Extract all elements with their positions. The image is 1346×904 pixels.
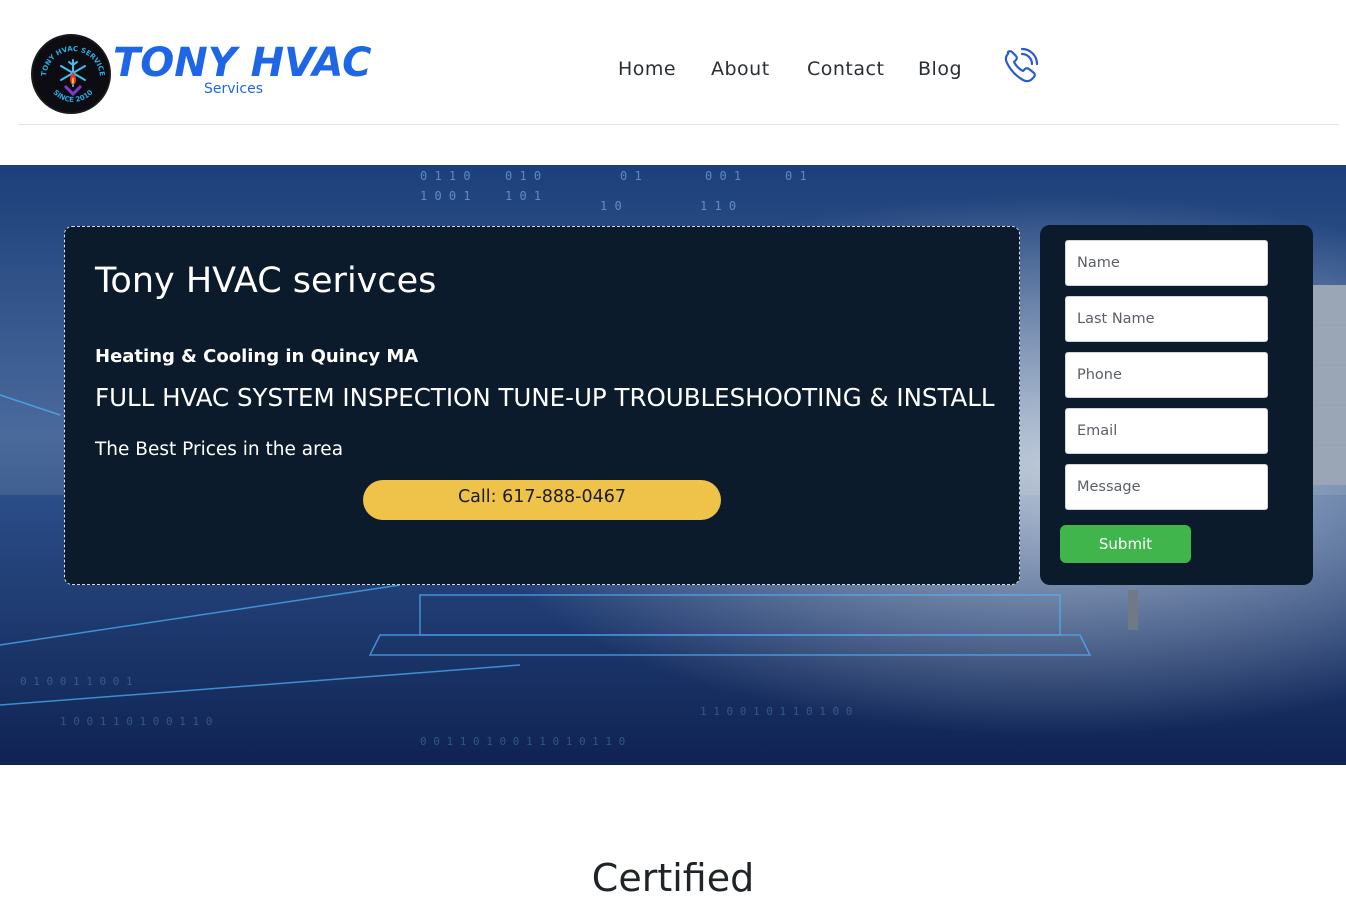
nav-link-blog[interactable]: Blog	[918, 56, 962, 82]
svg-text:0 1 0: 0 1 0	[505, 169, 541, 183]
email-input[interactable]	[1065, 408, 1268, 454]
certified-section-title: Certified	[591, 856, 755, 900]
message-input[interactable]	[1065, 464, 1268, 510]
phone-input[interactable]	[1065, 352, 1268, 398]
svg-text:1 0 0 1: 1 0 0 1	[420, 189, 471, 203]
svg-text:0 1: 0 1	[620, 169, 642, 183]
call-button[interactable]: Call: 617-888-0467	[363, 480, 721, 520]
svg-text:1 0: 1 0	[600, 199, 622, 213]
hero-tagline: The Best Prices in the area	[95, 439, 344, 460]
nav-link-contact[interactable]: Contact	[807, 56, 884, 82]
submit-button[interactable]: Submit	[1060, 525, 1191, 563]
hero-card: Tony HVAC serivces Heating & Cooling in …	[64, 226, 1020, 585]
svg-text:1 0 1: 1 0 1	[505, 189, 541, 203]
header-divider	[18, 124, 1339, 125]
brand-subtitle: Services	[204, 81, 264, 97]
last-name-input[interactable]	[1065, 296, 1268, 342]
logo-badge[interactable]: TONY HVAC SERVICE SINCE 2010	[31, 34, 111, 114]
svg-text:1 1 0 0 1 0 1 1 0 1 0 0: 1 1 0 0 1 0 1 1 0 1 0 0	[700, 705, 852, 718]
svg-text:0 1: 0 1	[785, 169, 807, 183]
svg-text:0 1 0 0 1 1 0 0 1: 0 1 0 0 1 1 0 0 1	[20, 675, 133, 688]
name-input[interactable]	[1065, 240, 1268, 286]
hero-section: 0 1 1 0 0 1 0 0 1 0 0 1 0 1 1 0 0 1 1 0 1 1 …	[0, 165, 1346, 765]
site-header: TONY HVAC SERVICE SINCE 2010 TONY HVAC S…	[0, 0, 1346, 165]
svg-text:0 0 1: 0 0 1	[705, 169, 741, 183]
hero-headline: FULL HVAC SYSTEM INSPECTION TUNE-UP TROU…	[95, 383, 995, 412]
nav-link-home[interactable]: Home	[618, 56, 676, 82]
hero-subtitle: Heating & Cooling in Quincy MA	[95, 346, 419, 367]
logo-emblem: TONY HVAC SERVICE SINCE 2010	[35, 38, 109, 112]
svg-text:0 1 1 0: 0 1 1 0	[420, 169, 471, 183]
svg-text:0 0 1 1 0 1 0 0 1 1 0 1 0 1 1: 0 0 1 1 0 1 0 0 1 1 0 1 0 1 1 0	[420, 735, 625, 748]
phone-call-icon[interactable]	[1000, 46, 1040, 86]
svg-text:1 1 0: 1 1 0	[700, 199, 736, 213]
hero-title: Tony HVAC serivces	[95, 261, 437, 301]
nav-link-about[interactable]: About	[711, 56, 770, 82]
svg-text:1 0 0 1 1 0 1 0 0 1 1 0: 1 0 0 1 1 0 1 0 0 1 1 0	[60, 715, 212, 728]
contact-form: Submit	[1040, 225, 1313, 585]
